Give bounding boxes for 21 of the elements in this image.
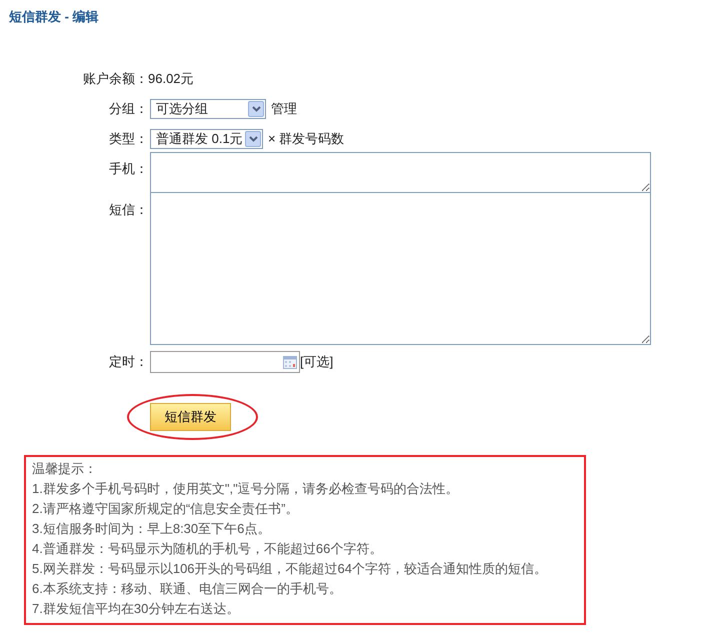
balance-value: 96.02元 [148,70,194,88]
field-label: 定时： [109,353,148,372]
notice-line: 3.短信服务时间为：早上8:30至下午6点。 [32,520,272,538]
multiplier-note: × 群发号码数 [268,130,344,148]
manage-link[interactable]: 管理 [271,99,297,119]
notice-line: 1.群发多个手机号码时，使用英文","逗号分隔，请务必检查号码的合法性。 [32,480,460,498]
field-label: 短信： [109,201,148,219]
field-label: 类型： [109,130,148,148]
field-label: 分组： [109,100,148,118]
field-label: 账户余额： [83,70,148,88]
notice-line: 6.本系统支持：移动、联通、电信三网合一的手机号。 [32,580,343,598]
optional-hint: [可选] [300,353,334,372]
send-button[interactable]: 短信群发 [150,403,231,431]
notice-title: 温馨提示： [32,460,98,478]
notice-line: 5.网关群发：号码显示以106开头的号码组，不能超过64个字符，较适合通知性质的短信。 [32,560,548,578]
field-label: 手机： [109,160,148,178]
dropdown[interactable]: 普通群发 0.1元 [150,129,263,149]
notice-line: 2.请严格遵守国家所规定的“信息安全责任书”。 [32,500,300,518]
notice-line: 7.群发短信平均在30分钟左右送达。 [32,600,240,618]
dropdown[interactable]: 可选分组 [150,99,266,119]
notice-line: 4.普通群发：号码显示为随机的手机号，不能超过66个字符。 [32,540,384,558]
